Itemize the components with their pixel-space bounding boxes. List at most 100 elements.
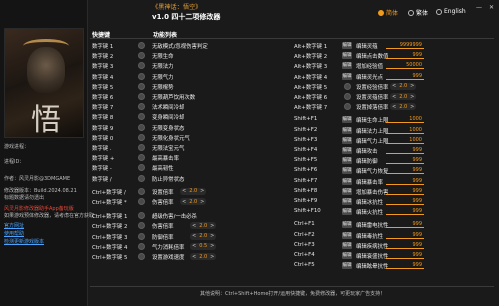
toggle-switch[interactable] <box>138 198 145 205</box>
close-icon[interactable]: ✕ <box>489 4 494 11</box>
help-link[interactable]: 使用帮助 <box>4 230 24 237</box>
edit-button[interactable]: 编辑 <box>342 221 352 229</box>
toggle-switch[interactable] <box>138 113 145 121</box>
value-input[interactable]: 9999999 <box>386 42 424 49</box>
chevron-left-icon[interactable]: < <box>192 223 196 229</box>
chevron-right-icon[interactable]: > <box>410 104 414 110</box>
value-stepper[interactable]: <2.0 > <box>190 253 217 260</box>
value-input[interactable]: 1000 <box>386 127 424 134</box>
chevron-right-icon[interactable]: > <box>210 233 214 239</box>
toggle-switch[interactable] <box>138 154 145 162</box>
value-stepper[interactable]: <2.0 > <box>190 222 217 230</box>
value-input[interactable]: 999 <box>386 188 424 195</box>
chevron-right-icon[interactable]: > <box>410 83 414 89</box>
lang-traditional[interactable]: 繁体 <box>408 8 428 17</box>
chevron-right-icon[interactable]: > <box>210 243 214 249</box>
chevron-left-icon[interactable]: < <box>192 254 196 260</box>
toggle-switch[interactable] <box>344 103 351 111</box>
edit-button[interactable]: 编辑 <box>342 231 352 239</box>
toggle-switch[interactable] <box>138 93 145 100</box>
value-input[interactable]: 999 <box>386 198 424 205</box>
value-input[interactable]: 999 <box>386 242 424 249</box>
value-input[interactable]: 999 <box>386 262 424 270</box>
value-input[interactable]: 999 <box>386 252 424 259</box>
chevron-right-icon[interactable]: > <box>200 188 204 194</box>
check-update-link[interactable]: 检测更新游戏版本 <box>4 238 44 245</box>
value-stepper[interactable]: <2.0 > <box>390 103 417 111</box>
toggle-switch[interactable] <box>138 164 145 172</box>
toggle-switch[interactable] <box>138 242 145 250</box>
edit-button[interactable]: 编辑 <box>342 157 352 165</box>
toggle-switch[interactable] <box>138 222 145 230</box>
chevron-left-icon[interactable]: < <box>182 199 186 205</box>
chevron-right-icon[interactable]: > <box>210 254 214 260</box>
toggle-switch[interactable] <box>344 93 351 100</box>
toggle-switch[interactable] <box>138 42 145 49</box>
value-stepper[interactable]: <2.0 > <box>180 198 207 205</box>
toggle-switch[interactable] <box>138 253 145 260</box>
value-input[interactable]: 999 <box>386 221 424 229</box>
chevron-left-icon[interactable]: < <box>182 188 186 194</box>
toggle-switch[interactable] <box>138 174 145 182</box>
edit-button[interactable]: 编辑 <box>342 136 352 144</box>
toggle-switch[interactable] <box>138 212 145 220</box>
edit-button[interactable]: 编辑 <box>342 187 352 195</box>
lang-simplified[interactable]: 简体 <box>378 8 398 17</box>
minimize-icon[interactable]: — <box>476 4 482 11</box>
toggle-switch[interactable] <box>344 82 351 90</box>
edit-button[interactable]: 编辑 <box>342 116 352 124</box>
value-input[interactable]: 1000 <box>386 137 424 144</box>
edit-button[interactable]: 编辑 <box>342 177 352 185</box>
value-input[interactable]: 999 <box>386 52 424 60</box>
chevron-left-icon[interactable]: < <box>392 94 396 100</box>
value-input[interactable]: 999 <box>386 147 424 154</box>
value-input[interactable]: 999 <box>386 178 424 185</box>
edit-button[interactable]: 编辑 <box>342 42 352 49</box>
toggle-switch[interactable] <box>138 62 145 70</box>
toggle-switch[interactable] <box>138 52 145 60</box>
edit-button[interactable]: 编辑 <box>342 167 352 175</box>
edit-button[interactable]: 编辑 <box>342 126 352 134</box>
edit-button[interactable]: 编辑 <box>342 72 352 80</box>
toggle-switch[interactable] <box>138 123 145 131</box>
chevron-left-icon[interactable]: < <box>192 243 196 249</box>
promo-label[interactable]: 风灵月影修改器助手App备玩版 <box>4 205 74 212</box>
value-input[interactable]: 999 <box>386 208 424 216</box>
value-input[interactable]: 999 <box>386 232 424 239</box>
toggle-switch[interactable] <box>138 144 145 151</box>
chevron-right-icon[interactable]: > <box>410 94 414 100</box>
value-input[interactable]: 50000 <box>386 62 424 70</box>
value-stepper[interactable]: <2.0 > <box>180 187 207 195</box>
edit-button[interactable]: 编辑 <box>342 262 352 270</box>
edit-button[interactable]: 编辑 <box>342 208 352 216</box>
chevron-left-icon[interactable]: < <box>392 83 396 89</box>
toggle-switch[interactable] <box>138 133 145 141</box>
value-input[interactable]: 999 <box>386 167 424 175</box>
edit-button[interactable]: 编辑 <box>342 252 352 259</box>
edit-button[interactable]: 编辑 <box>342 52 352 60</box>
chevron-right-icon[interactable]: > <box>210 223 214 229</box>
toggle-switch[interactable] <box>138 103 145 111</box>
official-site-link[interactable]: 官方网址 <box>4 222 24 229</box>
edit-button[interactable]: 编辑 <box>342 241 352 249</box>
chevron-right-icon[interactable]: > <box>200 199 204 205</box>
value-stepper[interactable]: <2.0 > <box>190 232 217 240</box>
toggle-switch[interactable] <box>138 82 145 90</box>
edit-button[interactable]: 编辑 <box>342 62 352 70</box>
stepper-value: 2.0 <box>189 198 198 205</box>
toggle-switch[interactable] <box>138 232 145 240</box>
value-input[interactable]: 999 <box>386 73 424 80</box>
stepper-value: 2.0 <box>399 83 408 90</box>
chevron-left-icon[interactable]: < <box>392 104 396 110</box>
value-stepper[interactable]: <0.5 > <box>190 242 217 250</box>
value-stepper[interactable]: <2.0 > <box>390 93 417 100</box>
chevron-left-icon[interactable]: < <box>192 233 196 239</box>
toggle-switch[interactable] <box>138 187 145 195</box>
value-input[interactable]: 1000 <box>386 116 424 124</box>
value-input[interactable]: 999 <box>386 157 424 165</box>
value-stepper[interactable]: <2.0 > <box>390 82 417 90</box>
edit-button[interactable]: 编辑 <box>342 198 352 205</box>
toggle-switch[interactable] <box>138 72 145 80</box>
edit-button[interactable]: 编辑 <box>342 147 352 154</box>
lang-english[interactable]: English <box>436 8 466 15</box>
